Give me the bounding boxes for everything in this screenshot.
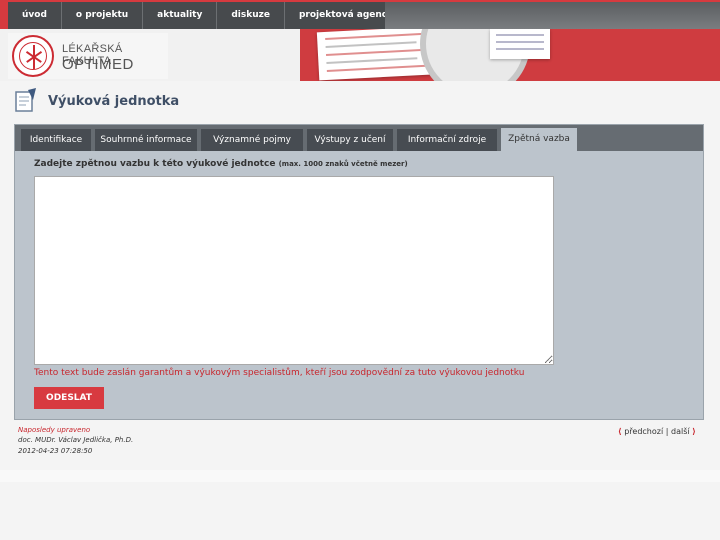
next-link[interactable]: další	[671, 427, 690, 436]
last-modified-timestamp: 2012-04-23 07:28:50	[18, 447, 93, 455]
next-arrow-icon[interactable]: ⟩	[692, 427, 696, 436]
header-banner-image	[300, 29, 720, 81]
content-panel: Identifikace Souhrnné informace Významné…	[14, 124, 704, 420]
page-bottom	[0, 470, 720, 482]
last-modified-label: Naposledy upraveno	[18, 426, 91, 434]
feedback-textarea[interactable]	[34, 176, 554, 365]
last-modified-author: doc. MUDr. Václav Jedlička, Ph.D.	[18, 436, 134, 444]
resize-grip-icon[interactable]: ⋰	[545, 356, 553, 364]
tab-zpetna-vazba[interactable]: Zpětná vazba	[501, 128, 579, 151]
tab-informacni-zdroje[interactable]: Informační zdroje	[397, 129, 499, 151]
pager: ⟨ předchozí | další ⟩	[618, 427, 696, 436]
feedback-recipients-note: Tento text bude zaslán garantům a výukov…	[34, 368, 525, 378]
nav-item-diskuze[interactable]: diskuze	[217, 2, 285, 29]
site-header: LÉKAŘSKÁ FAKULTA OPTIMED	[0, 29, 720, 81]
tab-souhrnne-informace[interactable]: Souhrnné informace	[95, 129, 199, 151]
prev-link[interactable]: předchozí	[624, 427, 663, 436]
top-nav: úvod o projektu aktuality diskuze projek…	[0, 0, 720, 29]
tab-bar: Identifikace Souhrnné informace Významné…	[15, 125, 703, 151]
nav-item-uvod[interactable]: úvod	[8, 2, 62, 29]
nav-item-aktuality[interactable]: aktuality	[143, 2, 218, 29]
nav-bar-filler	[385, 2, 720, 29]
prev-arrow-icon[interactable]: ⟨	[618, 427, 622, 436]
feedback-char-limit: (max. 1000 znaků včetně mezer)	[278, 160, 408, 168]
nav-bar: úvod o projektu aktuality diskuze projek…	[8, 2, 410, 29]
document-icon	[15, 88, 36, 112]
tab-vystupy-z-uceni[interactable]: Výstupy z učení	[307, 129, 395, 151]
send-button[interactable]: ODESLAT	[34, 387, 104, 409]
page-title: Výuková jednotka	[48, 94, 180, 109]
feedback-instruction-text: Zadejte zpětnou vazbu k této výukové jed…	[34, 159, 276, 169]
tab-identifikace[interactable]: Identifikace	[21, 129, 93, 151]
project-name: OPTIMED	[62, 56, 134, 73]
feedback-instruction: Zadejte zpětnou vazbu k této výukové jed…	[34, 159, 408, 169]
nav-item-o-projektu[interactable]: o projektu	[62, 2, 144, 29]
tab-vyznamne-pojmy[interactable]: Významné pojmy	[201, 129, 305, 151]
faculty-logo[interactable]: LÉKAŘSKÁ FAKULTA OPTIMED	[8, 33, 168, 79]
faculty-seal-icon	[12, 35, 54, 77]
